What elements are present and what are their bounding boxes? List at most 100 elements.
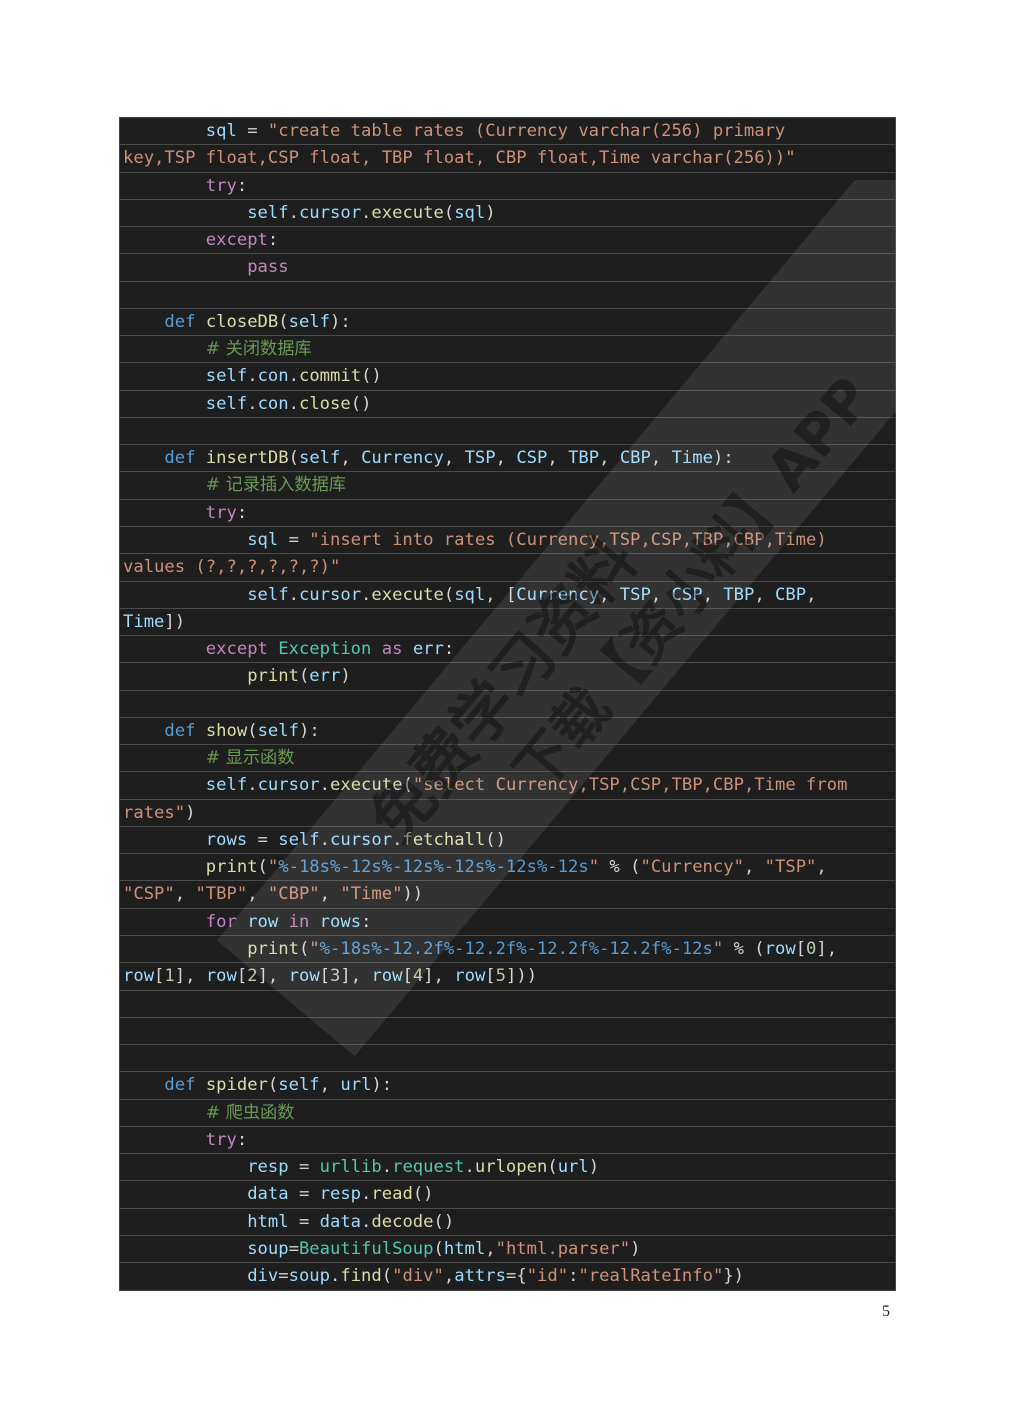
code-token-identifier: attrs	[454, 1266, 506, 1287]
code-token-punctuation: .	[247, 775, 258, 796]
code-token-punctuation: .	[361, 584, 372, 605]
code-token-comment: # 爬虫函数	[205, 1102, 295, 1123]
code-line: def show(self):	[120, 718, 895, 746]
code-token-punctuation: ,	[806, 584, 817, 605]
code-token-punctuation: ()	[412, 1184, 434, 1205]
code-token-identifier: self	[205, 366, 248, 387]
code-token-keyword: except	[205, 639, 268, 660]
code-line: Time])	[120, 609, 895, 637]
code-token-class-name: BeautifulSoup	[298, 1238, 434, 1259]
code-line	[120, 691, 895, 718]
code-token-punctuation: ],	[423, 966, 455, 987]
code-token-string-literal: "id"	[526, 1266, 569, 1287]
code-token-punctuation: ,	[495, 448, 517, 469]
code-token-function-name: insertDB	[205, 448, 289, 469]
code-token-punctuation: ,	[319, 884, 341, 905]
code-token-indent	[123, 366, 206, 386]
code-line	[120, 1018, 895, 1046]
code-token-number-literal: 3	[330, 966, 341, 987]
code-token-identifier: err	[412, 639, 444, 660]
code-token-identifier: cursor	[330, 829, 393, 850]
code-token-punctuation: })	[723, 1266, 745, 1287]
code-token-def-keyword: def	[164, 720, 196, 741]
code-token-punctuation: =	[288, 1238, 299, 1259]
code-token-punctuation	[195, 1075, 205, 1095]
code-line: except:	[120, 227, 895, 255]
code-token-identifier: self	[288, 311, 331, 332]
code-token-identifier: data	[319, 1211, 362, 1232]
code-token-punctuation: ,	[485, 1238, 496, 1259]
code-token-punctuation: .	[464, 1157, 475, 1178]
code-token-identifier: self	[278, 1075, 320, 1096]
code-token-punctuation: ])	[164, 611, 186, 632]
code-token-identifier: Time	[671, 448, 713, 469]
code-token-keyword: for	[205, 911, 237, 932]
code-token-string-literal: "Currency"	[640, 857, 744, 878]
code-token-keyword: in	[288, 911, 310, 932]
code-line: except Exception as err:	[120, 636, 895, 664]
code-token-punctuation: :	[267, 230, 279, 251]
code-token-punctuation: )	[630, 1238, 641, 1259]
code-token-function-name: show	[205, 720, 248, 741]
code-line: self.con.close()	[120, 391, 895, 418]
code-token-def-keyword: def	[164, 448, 196, 469]
code-token-identifier: row	[247, 911, 279, 932]
code-line: print(err)	[120, 663, 895, 691]
code-line: resp = urllib.request.urlopen(url)	[120, 1154, 895, 1182]
code-token-punctuation: :	[236, 502, 248, 523]
code-token-function-name: read	[371, 1184, 413, 1205]
page-number: 5	[882, 1303, 890, 1320]
code-token-format-spec: %-18s%-12.2f%-12.2f%-12.2f%-12.2f%-12s	[319, 938, 713, 959]
code-token-identifier: resp	[319, 1184, 362, 1205]
code-token-punctuation: ],	[340, 966, 372, 987]
code-token-punctuation: =	[288, 1157, 320, 1178]
code-token-indent	[123, 857, 206, 877]
code-token-function-name: closeDB	[205, 311, 279, 332]
code-token-string-literal: "TSP"	[764, 857, 817, 878]
code-token-indent	[123, 312, 164, 332]
code-token-punctuation: :	[236, 1129, 248, 1150]
code-line	[120, 991, 895, 1018]
code-token-comment: # 显示函数	[205, 748, 295, 769]
code-token-punctuation: :	[568, 1266, 579, 1287]
code-token-number-literal: 1	[164, 966, 175, 987]
code-line	[120, 418, 895, 446]
code-token-identifier: row	[123, 966, 155, 987]
code-token-string-literal: "insert into rates (Currency,TSP,CSP,TBP…	[309, 529, 827, 550]
code-token-comment: # 记录插入数据库	[205, 475, 346, 496]
code-token-punctuation: (	[278, 311, 289, 332]
code-token-indent	[123, 830, 206, 850]
code-token-identifier: CSP	[671, 584, 703, 605]
code-token-function-name: close	[298, 393, 351, 414]
code-line: self.cursor.execute("select Currency,TSP…	[120, 772, 895, 800]
code-token-punctuation	[278, 912, 288, 932]
code-token-punctuation: .	[288, 393, 299, 414]
code-token-indent	[123, 639, 206, 659]
code-token-punctuation: =	[278, 1266, 289, 1287]
code-token-punctuation: ):	[298, 720, 320, 741]
code-token-identifier: rows	[205, 829, 248, 850]
code-token-string-literal: "html.parser"	[495, 1238, 631, 1259]
code-token-string-literal: "CBP"	[267, 884, 320, 905]
code-token-identifier: con	[257, 366, 289, 387]
code-token-indent	[123, 530, 247, 550]
code-token-punctuation: ,	[743, 857, 765, 878]
code-token-identifier: TBP	[723, 584, 755, 605]
code-token-punctuation: (	[257, 857, 268, 878]
code-token-punctuation: ],	[816, 938, 838, 959]
code-token-punctuation: ()	[361, 366, 382, 387]
code-token-punctuation: .	[288, 366, 299, 387]
code-line: row[1], row[2], row[3], row[4], row[5]))	[120, 963, 895, 991]
code-line: try:	[120, 500, 895, 527]
code-token-keyword: except	[205, 230, 268, 251]
code-block: sql = "create table rates (Currency varc…	[119, 117, 896, 1292]
code-token-identifier: self	[247, 584, 289, 605]
code-token-punctuation: (	[267, 1075, 279, 1096]
code-token-punctuation: .	[361, 1211, 372, 1232]
code-token-punctuation: =	[278, 529, 310, 550]
code-line: pass	[120, 254, 895, 282]
code-token-punctuation: .	[288, 202, 299, 223]
code-token-punctuation: .	[361, 1184, 372, 1205]
code-token-number-literal: 2	[247, 966, 258, 987]
code-token-def-keyword: def	[164, 1075, 196, 1096]
